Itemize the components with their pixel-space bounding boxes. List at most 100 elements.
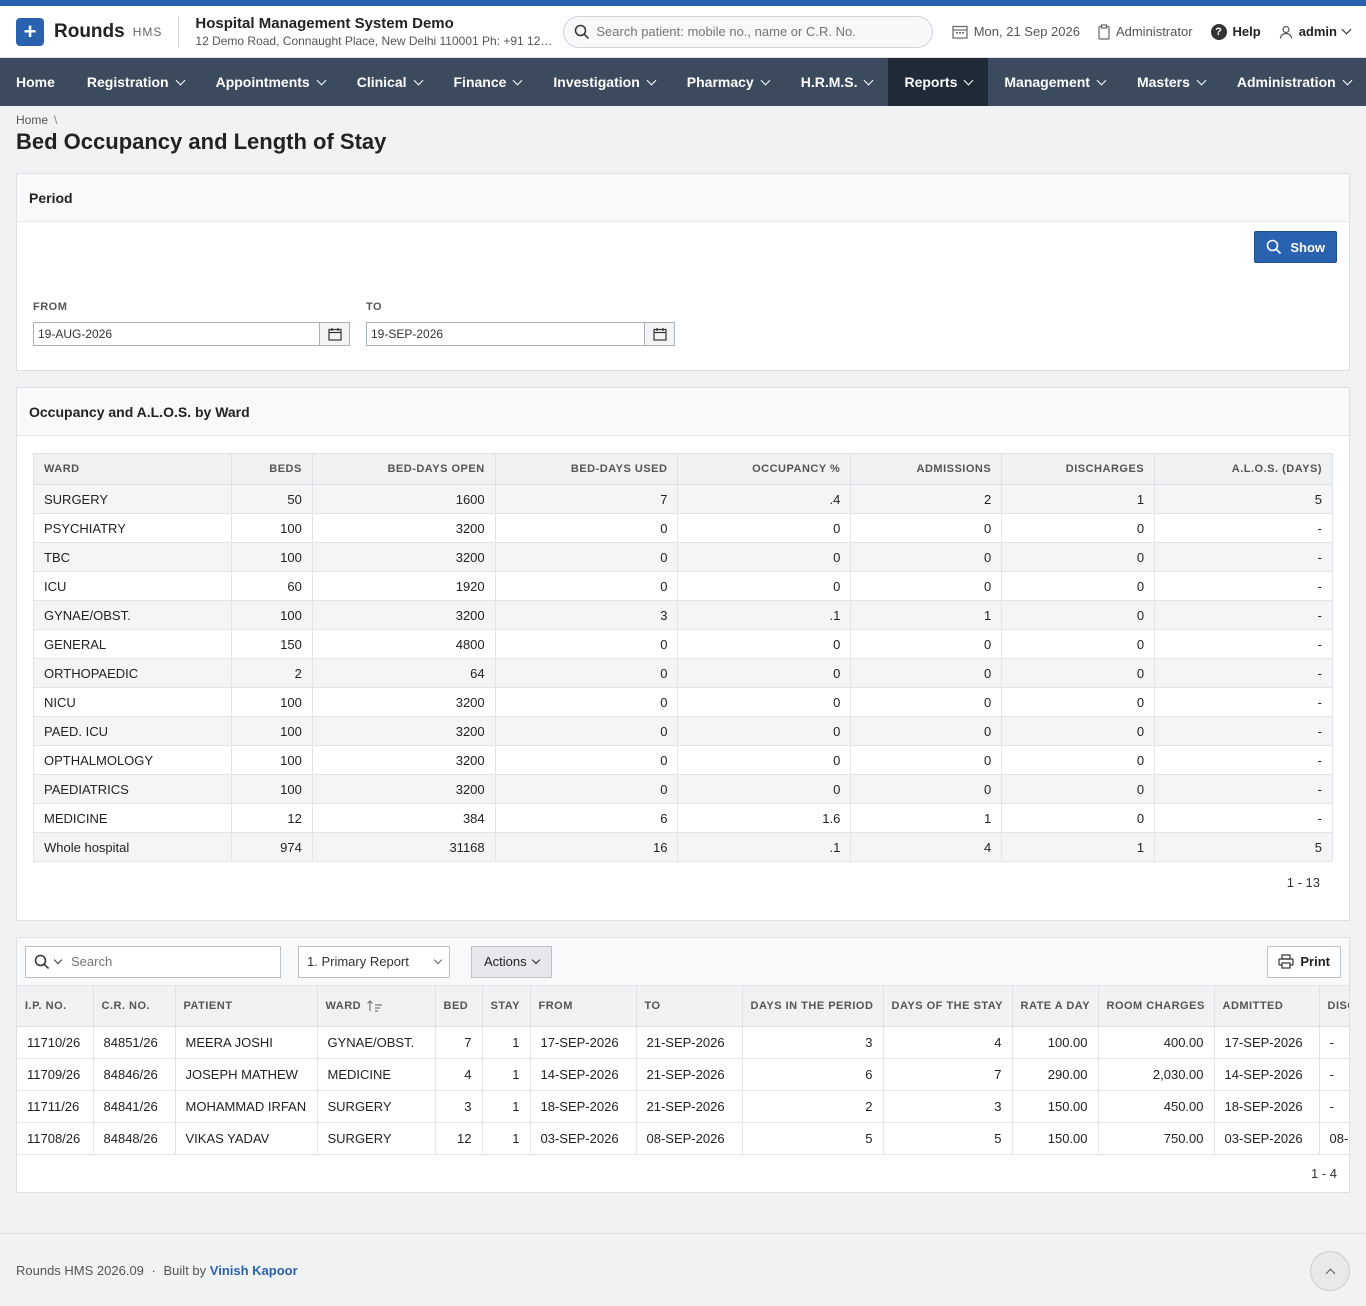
report-search-input[interactable] [71, 954, 271, 969]
table-cell: 150.00 [1012, 1090, 1099, 1123]
table-cell: 0 [677, 542, 852, 572]
table-cell: 0 [850, 716, 1003, 746]
col-discharged[interactable]: DISCHARGED [1319, 986, 1349, 1027]
table-cell: - [1319, 1026, 1349, 1059]
table-cell: 17-SEP-2026 [530, 1026, 637, 1059]
col-to[interactable]: TO [636, 986, 743, 1027]
help-link[interactable]: ? Help [1210, 23, 1261, 40]
col-bed-days-open[interactable]: BED-DAYS OPEN [311, 453, 496, 485]
report-search-box[interactable] [25, 945, 281, 978]
col-ward[interactable]: WARD [33, 453, 232, 485]
breadcrumb: Home \ [0, 106, 1366, 127]
table-cell: 84846/26 [93, 1058, 176, 1091]
col-alos[interactable]: A.L.O.S. (DAYS) [1154, 453, 1333, 485]
table-cell: 0 [850, 513, 1003, 543]
chevron-down-icon[interactable] [53, 955, 63, 964]
table-cell: 12 [435, 1122, 483, 1155]
from-date-input[interactable] [34, 323, 319, 345]
patient-search-box[interactable] [563, 15, 934, 48]
col-patient[interactable]: PATIENT [175, 986, 318, 1027]
table-cell: 0 [1001, 513, 1156, 543]
nav-hrms[interactable]: H.R.M.S. [785, 58, 889, 106]
table-cell: 0 [677, 629, 852, 659]
table-cell: 4800 [311, 629, 496, 659]
col-rate-a-day[interactable]: RATE A DAY [1012, 986, 1099, 1027]
col-from[interactable]: FROM [530, 986, 637, 1027]
table-row[interactable]: 11709/26 84846/26 JOSEPH MATHEW MEDICINE 4 1 1… [17, 1058, 1349, 1091]
col-admitted[interactable]: ADMITTED [1214, 986, 1320, 1027]
footer-author-link[interactable]: Vinish Kapoor [210, 1263, 298, 1278]
table-row[interactable]: 11708/26 84848/26 VIKAS YADAV SURGERY 12 1 03-… [17, 1122, 1349, 1155]
print-button[interactable]: Print [1267, 945, 1341, 978]
nav-pharmacy-label: Pharmacy [686, 74, 754, 90]
show-button[interactable]: Show [1254, 231, 1337, 263]
nav-appointments[interactable]: Appointments [200, 58, 341, 106]
nav-home[interactable]: Home [0, 58, 71, 106]
col-detail-ward-label: WARD [325, 999, 362, 1012]
ward-occupancy-title: Occupancy and A.L.O.S. by Ward [17, 388, 1349, 436]
chevron-down-icon [531, 955, 540, 964]
calendar-icon [652, 327, 667, 341]
col-discharges[interactable]: DISCHARGES [1001, 453, 1156, 485]
nav-finance-label: Finance [453, 74, 507, 90]
col-days-of-stay[interactable]: DAYS OF THE STAY [883, 986, 1013, 1027]
report-select[interactable]: 1. Primary Report [298, 945, 450, 978]
col-days-in-period[interactable]: DAYS IN THE PERIOD [742, 986, 884, 1027]
nav-investigation[interactable]: Investigation [537, 58, 670, 106]
from-date-picker-button[interactable] [319, 323, 349, 345]
sort-ascending-icon[interactable] [366, 999, 383, 1012]
header-role[interactable]: Administrator [1098, 23, 1193, 40]
table-cell: 60 [230, 571, 313, 601]
period-card-title: Period [17, 174, 1349, 222]
table-cell: 5 [883, 1122, 1013, 1155]
table-cell: 11711/26 [17, 1090, 94, 1123]
to-date-picker-button[interactable] [644, 323, 674, 345]
table-cell: 1 [482, 1058, 531, 1091]
nav-finance[interactable]: Finance [438, 58, 538, 106]
table-row[interactable]: 11710/26 84851/26 MEERA JOSHI GYNAE/OBST. 7 1… [17, 1026, 1349, 1059]
table-cell: 84851/26 [93, 1026, 176, 1059]
nav-registration[interactable]: Registration [71, 58, 200, 106]
table-cell: .1 [677, 832, 852, 862]
col-detail-ward[interactable]: WARD [317, 986, 436, 1027]
breadcrumb-home[interactable]: Home [16, 113, 48, 127]
nav-masters[interactable]: Masters [1121, 58, 1221, 106]
table-row: OPTHALMOLOGY 100 3200 0 0 0 0- [33, 745, 1333, 775]
table-cell: - [1154, 687, 1333, 717]
user-menu[interactable]: admin [1279, 24, 1352, 39]
scroll-to-top-button[interactable] [1310, 1251, 1350, 1291]
to-date-input[interactable] [367, 323, 644, 345]
table-row: MEDICINE 12 384 6 1.6 1 0- [33, 803, 1333, 833]
help-icon: ? [1210, 23, 1227, 40]
report-toolbar: 1. Primary Report Actions Print [17, 938, 1349, 986]
col-ip-no[interactable]: I.P. NO. [17, 986, 94, 1027]
actions-button[interactable]: Actions [471, 945, 552, 978]
col-stay[interactable]: STAY [482, 986, 531, 1027]
table-cell: 0 [494, 716, 679, 746]
col-beds[interactable]: BEDS [230, 453, 313, 485]
nav-management[interactable]: Management [988, 58, 1121, 106]
table-row: PAED. ICU 100 3200 0 0 0 0- [33, 716, 1333, 746]
nav-administration[interactable]: Administration [1221, 58, 1366, 106]
header-divider [178, 15, 180, 48]
app-logo-icon[interactable]: + [16, 17, 44, 46]
nav-clinical[interactable]: Clinical [341, 58, 438, 106]
table-cell: 21-SEP-2026 [636, 1026, 743, 1059]
col-occupancy[interactable]: OCCUPANCY % [677, 453, 852, 485]
col-room-charges[interactable]: ROOM CHARGES [1098, 986, 1215, 1027]
nav-hrms-label: H.R.M.S. [800, 74, 858, 90]
table-row[interactable]: 11711/26 84841/26 MOHAMMAD IRFAN SURGERY 3 1 1… [17, 1090, 1349, 1123]
table-cell: 0 [850, 658, 1003, 688]
footer-version: Rounds HMS 2026.09 [16, 1263, 144, 1278]
table-cell: - [1154, 629, 1333, 659]
nav-pharmacy[interactable]: Pharmacy [671, 58, 785, 106]
nav-reports[interactable]: Reports [888, 58, 989, 106]
patient-search-input[interactable] [596, 24, 917, 39]
col-cr-no[interactable]: C.R. NO. [93, 986, 176, 1027]
col-bed-days-used[interactable]: BED-DAYS USED [494, 453, 679, 485]
col-admissions[interactable]: ADMISSIONS [850, 453, 1003, 485]
col-bed[interactable]: BED [435, 986, 483, 1027]
table-cell: 750.00 [1098, 1122, 1215, 1155]
table-cell: 2,030.00 [1098, 1058, 1215, 1091]
table-cell: 0 [677, 658, 852, 688]
